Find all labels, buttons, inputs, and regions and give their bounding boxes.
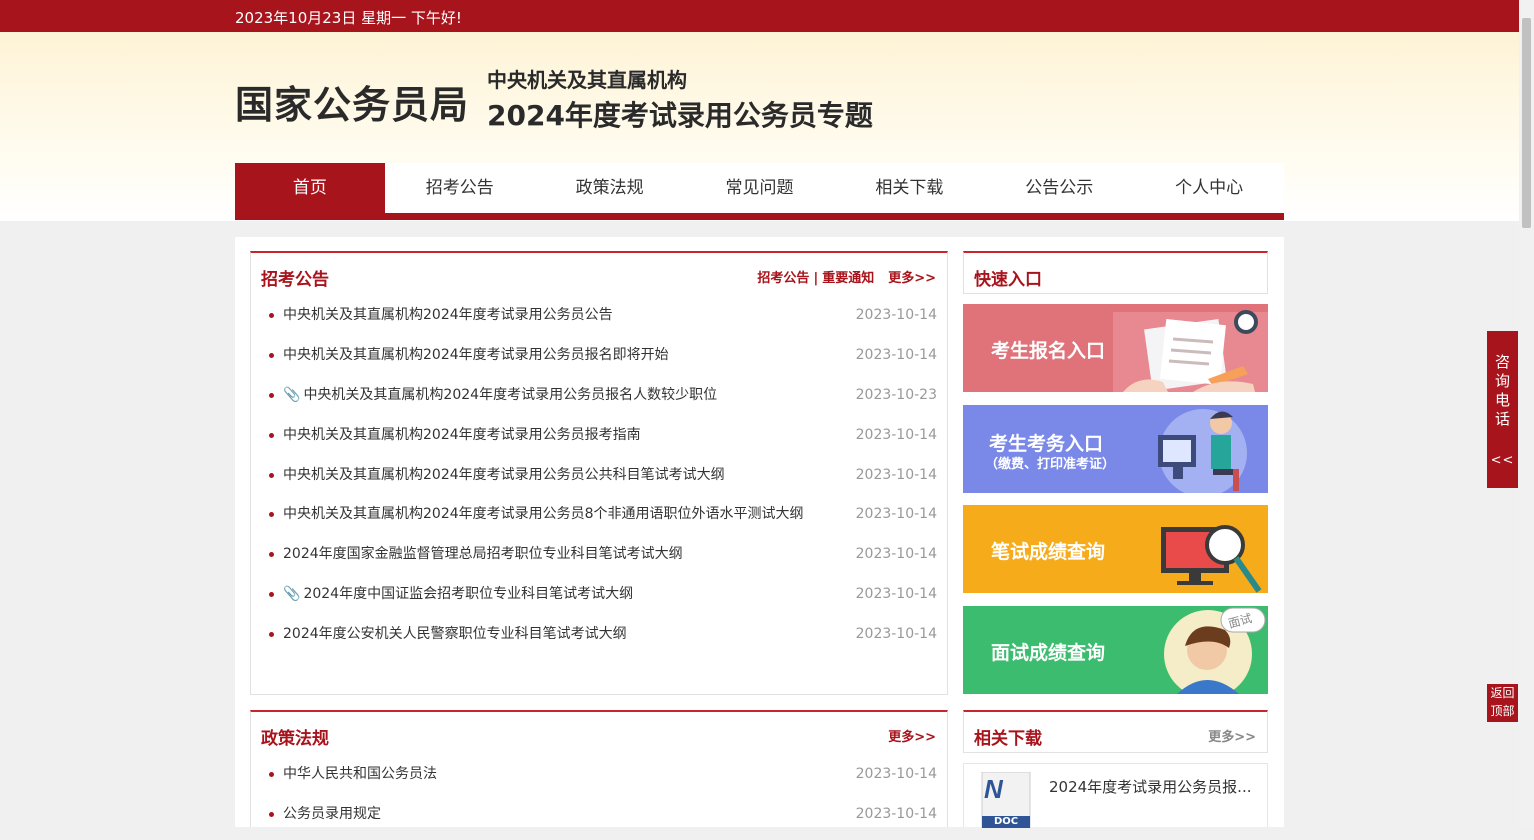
list-item-title[interactable]: 中央机关及其直属机构2024年度考试录用公务员报考指南 [283,421,641,449]
list-item-title[interactable]: 2024年度国家金融监督管理总局招考职位专业科目笔试考试大纲 [283,540,683,568]
list-item[interactable]: 公务员录用规定 2023-10-14 [269,800,937,840]
list-item[interactable]: 中央机关及其直属机构2024年度考试录用公务员报名即将开始 2023-10-14 [269,341,937,381]
announcement-list: 中央机关及其直属机构2024年度考试录用公务员公告 2023-10-14 中央机关及… [269,301,937,660]
consult-phone-float[interactable]: 咨询电话 << [1487,331,1518,488]
consult-phone-label: 咨询电话 [1494,353,1510,428]
bullet-dot-icon [269,352,274,358]
panel-title-policy: 政策法规 [261,729,329,749]
more-link-policy[interactable]: 更多>> [888,730,936,745]
quick-entry-interview-score[interactable]: 面试 面试成绩查询 [963,606,1268,694]
panel-title-announcements: 招考公告 [261,270,329,290]
list-item[interactable]: 中华人民共和国公务员法 2023-10-14 [269,760,937,800]
quick-entry-exam-affairs[interactable]: 考生考务入口 （缴费、打印准考证） [963,405,1268,493]
doc-label: DOC [994,816,1019,827]
bullet-dot-icon [269,772,274,777]
panel-links-policy: 更多>> [874,726,936,745]
list-item-date: 2023-10-14 [855,626,937,643]
list-item-title[interactable]: 2024年度公安机关人民警察职位专业科目笔试考试大纲 [283,620,627,648]
separator: | [813,271,819,286]
scrollbar-thumb[interactable] [1522,18,1531,228]
more-link-announcements[interactable]: 更多>> [888,271,936,286]
list-item[interactable]: 📎 中央机关及其直属机构2024年度考试录用公务员报名人数较少职位 2023-10-… [269,381,937,421]
list-item-date: 2023-10-14 [855,805,937,822]
bullet-dot-icon [269,472,274,478]
download-item-title: 2024年度考试录用公务员报... [1049,778,1252,796]
list-item-date: 2023-10-14 [855,506,937,523]
site-logo-title[interactable]: 国家公务员局 [235,74,469,129]
link-important-notices[interactable]: 重要通知 [822,271,874,286]
list-item[interactable]: 2024年度国家金融监督管理总局招考职位专业科目笔试考试大纲 2023-10-14 [269,540,937,580]
list-item-title[interactable]: 📎 中央机关及其直属机构2024年度考试录用公务员报名人数较少职位 [283,381,717,409]
bullet-dot-icon [269,592,274,598]
svg-text:N: N [984,774,1004,804]
list-item-title[interactable]: 📎 2024年度中国证监会招考职位专业科目笔试考试大纲 [283,580,633,608]
panel-title-downloads: 相关下载 [974,729,1042,749]
list-item-date: 2023-10-14 [855,426,937,443]
policy-panel: 政策法规 更多>> 中华人民共和国公务员法 2023-10-14 公务员录用规定 20… [250,710,948,827]
list-item-date: 2023-10-14 [855,546,937,563]
bullet-dot-icon [269,552,274,558]
list-item-date: 2023-10-14 [855,586,937,603]
date-greeting: 2023年10月23日 星期一 下午好! [235,9,462,27]
list-item-title[interactable]: 公务员录用规定 [283,800,381,828]
list-item-date: 2023-10-14 [855,466,937,483]
page-scrollbar[interactable] [1519,0,1534,827]
attachment-icon: 📎 [283,586,301,603]
downloads-panel: 相关下载 更多>> [963,710,1268,753]
announcements-panel: 招考公告 招考公告 | 重要通知 更多>> 中央机关及其直属机构2024年度考试录用公… [250,251,948,695]
panel-links-downloads: 更多>> [1194,726,1256,745]
policy-list: 中华人民共和国公务员法 2023-10-14 公务员录用规定 2023-10-14 [269,760,937,840]
quick-label-interview-score: 面试成绩查询 [991,642,1106,664]
list-item-title[interactable]: 中央机关及其直属机构2024年度考试录用公务员公共科目笔试考试大纲 [283,461,725,489]
bullet-dot-icon [269,392,274,398]
list-item-date: 2023-10-14 [855,346,937,363]
nav-downloads[interactable]: 相关下载 [834,163,984,213]
bullet-dot-icon [269,313,274,318]
link-announcements[interactable]: 招考公告 [757,271,809,286]
quick-label-register: 考生报名入口 [991,340,1106,362]
quick-sub-exam-affairs: （缴费、打印准考证） [985,457,1116,472]
header-banner: 国家公务员局 中央机关及其直属机构 2024年度考试录用公务员专题 首页 招考公… [0,32,1519,221]
list-item[interactable]: 2024年度公安机关人民警察职位专业科目笔试考试大纲 2023-10-14 [269,620,937,660]
collapse-arrow-icon: << [1490,453,1515,468]
header-main-title: 2024年度考试录用公务员专题 [487,99,873,132]
top-bar: 2023年10月23日 星期一 下午好! [0,0,1519,32]
panel-links: 招考公告 | 重要通知 更多>> [757,267,936,286]
list-item-date: 2023-10-14 [855,307,937,323]
nav-faq[interactable]: 常见问题 [685,163,835,213]
list-item-title[interactable]: 中华人民共和国公务员法 [283,760,437,788]
list-item-date: 2023-10-23 [855,386,937,403]
list-item-title[interactable]: 中央机关及其直属机构2024年度考试录用公务员8个非通用语职位外语水平测试大纲 [283,500,804,528]
quick-label-written-score: 笔试成绩查询 [991,541,1106,563]
quick-label-exam-affairs: 考生考务入口 [989,433,1104,455]
nav-policy[interactable]: 政策法规 [535,163,685,213]
list-item[interactable]: 📎 2024年度中国证监会招考职位专业科目笔试考试大纲 2023-10-14 [269,580,937,620]
nav-announcements[interactable]: 招考公告 [385,163,535,213]
attachment-icon: 📎 [283,386,301,403]
nav-home[interactable]: 首页 [235,163,385,213]
back-to-top-button[interactable]: 返回 顶部 [1487,684,1518,722]
list-item[interactable]: 中央机关及其直属机构2024年度考试录用公务员8个非通用语职位外语水平测试大纲 2… [269,500,937,540]
nav-notices[interactable]: 公告公示 [984,163,1134,213]
list-item-title[interactable]: 中央机关及其直属机构2024年度考试录用公务员公告 [283,301,613,329]
download-item[interactable]: N DOC 2024年度考试录用公务员报... [963,763,1268,828]
list-item[interactable]: 中央机关及其直属机构2024年度考试录用公务员公共科目笔试考试大纲 2023-10… [269,461,937,501]
list-item[interactable]: 中央机关及其直属机构2024年度考试录用公务员公告 2023-10-14 [269,301,937,341]
bullet-dot-icon [269,811,274,817]
list-item-title[interactable]: 中央机关及其直属机构2024年度考试录用公务员报名即将开始 [283,341,669,369]
list-item-date: 2023-10-14 [855,766,937,782]
quick-entry-panel: 快速入口 [963,251,1268,294]
quick-entry-register[interactable]: 考生报名入口 [963,304,1268,392]
more-link-downloads[interactable]: 更多>> [1208,730,1256,745]
main-nav: 首页 招考公告 政策法规 常见问题 相关下载 公告公示 个人中心 [235,163,1284,220]
list-item[interactable]: 中央机关及其直属机构2024年度考试录用公务员报考指南 2023-10-14 [269,421,937,461]
bullet-dot-icon [269,432,274,438]
nav-personal-center[interactable]: 个人中心 [1134,163,1284,213]
quick-entry-written-score[interactable]: 笔试成绩查询 [963,505,1268,593]
bullet-dot-icon [269,512,274,518]
bullet-dot-icon [269,632,274,638]
header-subtitle: 中央机关及其直属机构 [487,68,687,92]
panel-title-quick: 快速入口 [974,270,1042,290]
